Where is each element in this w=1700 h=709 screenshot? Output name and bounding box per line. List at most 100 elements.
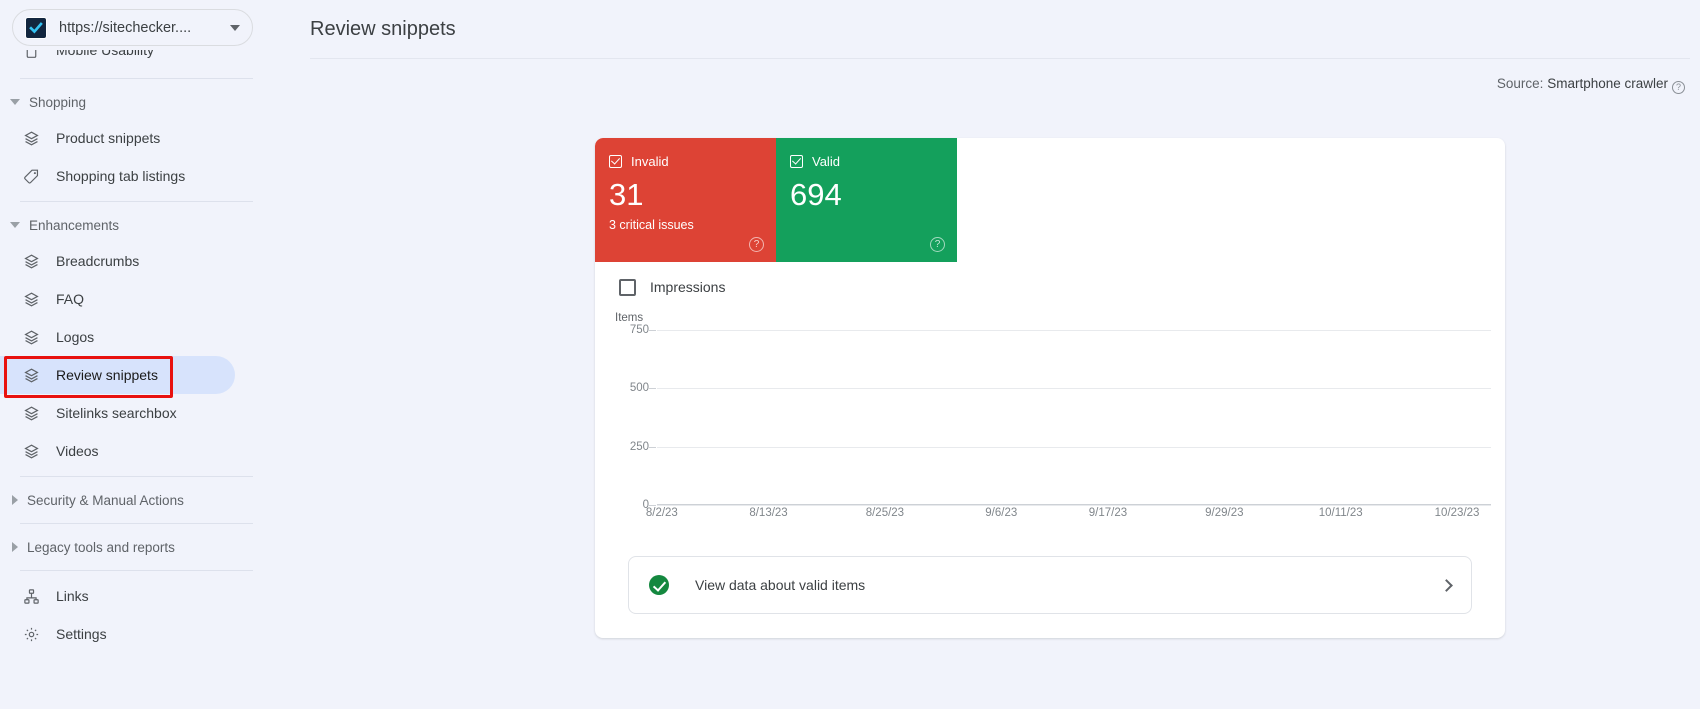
chart-x-tick-label: 8/25/23 <box>865 507 905 519</box>
help-icon-invalid[interactable]: ? <box>749 237 764 252</box>
sidebar-item-review-snippets[interactable]: Review snippets <box>0 356 235 394</box>
layers-icon <box>20 405 42 422</box>
chart-plot-area: 750 500 250 0 <box>630 324 1491 511</box>
status-cards: Invalid 31 3 critical issues ? Valid 694… <box>595 138 1505 262</box>
status-card-valid-header: Valid <box>790 154 943 169</box>
chevron-down-icon[interactable] <box>230 24 240 31</box>
source-value[interactable]: Smartphone crawler <box>1547 76 1668 91</box>
items-chart: Items 750 500 250 0 8/2/23 8/13/23 8/25/23 9/6… <box>595 312 1505 527</box>
sidebar-item-settings[interactable]: Settings <box>0 615 235 653</box>
property-url: https://sitechecker.... <box>59 19 192 36</box>
help-icon[interactable]: ? <box>1672 81 1685 94</box>
sidebar-divider <box>20 523 253 524</box>
chart-y-tick-label: 500 <box>629 382 649 395</box>
sidebar-item-label: Mobile Usability <box>56 50 155 58</box>
check-circle-icon <box>649 575 669 595</box>
help-icon-valid[interactable]: ? <box>930 237 945 252</box>
status-card-invalid-count: 31 <box>609 177 644 212</box>
mobile-icon <box>20 50 42 59</box>
chart-tick-mark <box>649 330 656 331</box>
gear-icon <box>20 626 42 643</box>
sidebar-item-breadcrumbs[interactable]: Breadcrumbs <box>0 242 235 280</box>
status-card-invalid-header: Invalid <box>609 154 762 169</box>
checkbox-impressions[interactable] <box>619 278 636 296</box>
sidebar-item-label: FAQ <box>56 291 85 307</box>
source-line: Source: Smartphone crawler? <box>265 76 1700 94</box>
sidebar-item-label: Links <box>56 588 89 604</box>
sidebar-section-shopping[interactable]: Shopping <box>0 85 265 119</box>
links-icon <box>20 588 42 605</box>
chevron-right-icon[interactable] <box>12 495 18 505</box>
checkmark-favicon <box>25 16 47 39</box>
status-card-invalid-sub: 3 critical issues <box>609 218 694 232</box>
view-valid-items-row[interactable]: View data about valid items <box>628 556 1472 614</box>
view-valid-items-label: View data about valid items <box>695 577 866 593</box>
chart-tick-mark <box>649 446 656 448</box>
layers-icon <box>20 329 42 346</box>
chart-gridline: 0 <box>643 499 1491 511</box>
sidebar-item-logos[interactable]: Logos <box>0 318 235 356</box>
layers-icon <box>20 291 42 308</box>
sidebar-item-product-snippets[interactable]: Product snippets <box>0 119 235 157</box>
sidebar-item-label: Breadcrumbs <box>56 253 140 269</box>
chart-x-tick-label: 8/2/23 <box>645 507 678 519</box>
sidebar-divider <box>20 78 253 79</box>
chart-y-tick-label: 250 <box>629 440 649 453</box>
impressions-label: Impressions <box>650 279 726 295</box>
checkbox-valid[interactable] <box>790 155 803 168</box>
sidebar-item-label: Logos <box>56 329 95 345</box>
chevron-right-icon[interactable] <box>1440 578 1453 592</box>
sidebar-section-label: Enhancements <box>29 217 120 233</box>
sidebar-section-enhancements[interactable]: Enhancements <box>0 208 265 242</box>
sidebar-item-label: Videos <box>56 443 99 459</box>
status-card-invalid-label: Invalid <box>631 154 669 169</box>
chart-x-tick-label: 9/29/23 <box>1205 507 1244 519</box>
sidebar-item-shopping-tab-listings[interactable]: Shopping tab listings <box>0 157 235 195</box>
layers-icon <box>20 367 42 384</box>
chart-x-tick-labels: 8/2/23 8/13/23 8/25/23 9/6/23 9/17/23 9/29/23… <box>646 507 1491 527</box>
main-content: Review snippets Source: Smartphone crawl… <box>265 0 1700 709</box>
sidebar-item-label: Product snippets <box>56 130 161 146</box>
sidebar-divider <box>20 201 253 202</box>
chevron-down-icon[interactable] <box>10 222 20 228</box>
sidebar-section-legacy-tools-and-reports[interactable]: Legacy tools and reports <box>0 530 265 564</box>
source-prefix: Source: <box>1496 76 1544 91</box>
layers-icon <box>20 130 42 147</box>
status-card-valid-count: 694 <box>790 177 842 212</box>
status-card-valid[interactable]: Valid 694 ? <box>776 138 957 262</box>
sidebar-item-faq[interactable]: FAQ <box>0 280 235 318</box>
header-divider <box>310 58 1690 59</box>
layers-icon <box>20 443 42 460</box>
sidebar-divider <box>20 570 253 571</box>
sidebar-item-links[interactable]: Links <box>0 577 235 615</box>
sidebar-section-security-manual-actions[interactable]: Security & Manual Actions <box>0 483 265 517</box>
report-card: Invalid 31 3 critical issues ? Valid 694… <box>595 138 1505 638</box>
chart-bars <box>657 330 1491 505</box>
status-card-valid-label: Valid <box>812 154 840 169</box>
tag-icon <box>20 168 42 185</box>
sidebar-section-label: Shopping <box>29 94 87 110</box>
property-selector[interactable]: https://sitechecker.... <box>12 9 253 46</box>
layers-icon <box>20 253 42 270</box>
sidebar-section-label: Security & Manual Actions <box>27 492 184 508</box>
chevron-right-icon[interactable] <box>12 542 18 552</box>
chart-y-axis-title: Items <box>615 312 644 324</box>
chart-tick-mark <box>649 388 656 390</box>
chart-x-axis-line <box>657 504 1491 505</box>
sidebar-item-sitelinks-searchbox[interactable]: Sitelinks searchbox <box>0 394 235 432</box>
status-card-invalid[interactable]: Invalid 31 3 critical issues ? <box>595 138 776 262</box>
sidebar-item-label: Sitelinks searchbox <box>56 405 177 421</box>
chart-x-tick-label: 9/17/23 <box>1088 507 1128 519</box>
chart-tick-mark <box>649 505 656 506</box>
chevron-down-icon[interactable] <box>10 99 20 105</box>
sidebar-nav: Mobile Usability Shopping Product snippets… <box>0 50 265 653</box>
checkbox-invalid[interactable] <box>609 155 622 168</box>
sidebar-item-label: Review snippets <box>56 367 158 383</box>
sidebar-item-label: Shopping tab listings <box>56 168 186 184</box>
sidebar-item-label: Settings <box>56 626 107 642</box>
impressions-toggle-row[interactable]: Impressions <box>595 262 1505 312</box>
chart-y-tick-label: 750 <box>629 324 649 336</box>
sidebar-divider <box>20 476 253 477</box>
sidebar-item-mobile-usability[interactable]: Mobile Usability <box>0 50 235 72</box>
sidebar-item-videos[interactable]: Videos <box>0 432 235 470</box>
